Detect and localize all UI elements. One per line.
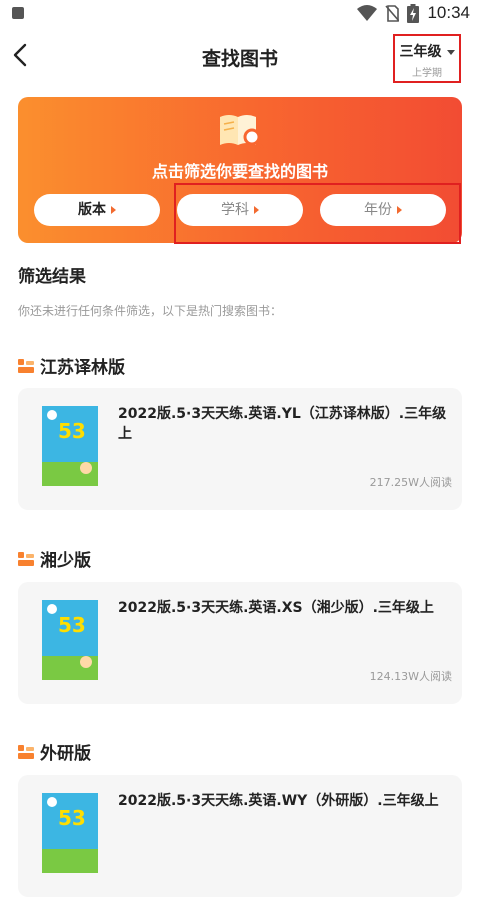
book-cover: 53 xyxy=(42,793,98,873)
edition-title: 外研版 xyxy=(40,744,91,764)
filter-year-button[interactable]: 年份 xyxy=(320,194,446,226)
battery-icon xyxy=(407,3,420,23)
results-title: 筛选结果 xyxy=(18,267,86,287)
book-search-icon xyxy=(220,115,264,149)
svg-text:53: 53 xyxy=(58,419,86,443)
status-time: 10:34 xyxy=(427,3,470,22)
edition-icon xyxy=(18,358,34,373)
grade-label-row: 三年级 xyxy=(395,41,459,61)
book-card[interactable]: 53 2022版.5·3天天练.英语.XS（湘少版）.三年级上 124.13W人… xyxy=(18,582,462,704)
read-count: 124.13W人阅读 xyxy=(369,670,452,683)
book-card[interactable]: 53 2022版.5·3天天练.英语.YL（江苏译林版）.三年级上 217.25… xyxy=(18,388,462,510)
filter-subject-button[interactable]: 学科 xyxy=(177,194,303,226)
book-title: 2022版.5·3天天练.英语.YL（江苏译林版）.三年级上 xyxy=(118,406,447,442)
filter-edition-label: 版本 xyxy=(78,202,106,218)
edition-icon xyxy=(18,744,34,759)
edition-heading: 江苏译林版 xyxy=(18,353,125,378)
svg-text:53: 53 xyxy=(58,806,86,830)
edition-icon xyxy=(18,551,34,566)
edition-title: 江苏译林版 xyxy=(40,358,125,378)
book-title: 2022版.5·3天天练.英语.WY（外研版）.三年级上 xyxy=(118,793,439,809)
book-cover: 53 xyxy=(42,406,98,486)
term-label: 上学期 xyxy=(412,68,442,79)
no-sim-icon xyxy=(385,4,400,22)
wifi-icon xyxy=(357,5,378,21)
caret-down-icon xyxy=(446,49,455,55)
triangle-right-icon xyxy=(254,206,259,214)
filter-prompt: 点击筛选你要查找的图书 xyxy=(151,162,328,181)
svg-text:53: 53 xyxy=(58,613,86,637)
filter-banner: 点击筛选你要查找的图书 版本 学科 年份 xyxy=(18,97,462,243)
filter-subject-label: 学科 xyxy=(221,202,249,218)
edition-title: 湘少版 xyxy=(40,551,91,571)
status-bar: 10:34 xyxy=(0,0,480,28)
filter-year-label: 年份 xyxy=(364,202,392,218)
edition-heading: 外研版 xyxy=(18,739,91,764)
results-hint: 你还未进行任何条件筛选，以下是热门搜索图书： xyxy=(18,304,283,318)
notification-icon xyxy=(12,7,24,19)
grade-selector[interactable]: 三年级 上学期 xyxy=(393,34,461,83)
triangle-right-icon xyxy=(111,206,116,214)
edition-heading: 湘少版 xyxy=(18,546,91,571)
status-icons: 10:34 xyxy=(357,3,470,23)
book-title: 2022版.5·3天天练.英语.XS（湘少版）.三年级上 xyxy=(118,600,434,616)
filter-edition-button[interactable]: 版本 xyxy=(34,194,160,226)
book-card[interactable]: 53 2022版.5·3天天练.英语.WY（外研版）.三年级上 xyxy=(18,775,462,897)
title-bar: 查找图书 三年级 上学期 xyxy=(0,28,480,84)
grade-label: 三年级 xyxy=(399,44,442,60)
read-count: 217.25W人阅读 xyxy=(369,476,452,489)
triangle-right-icon xyxy=(397,206,402,214)
book-cover: 53 xyxy=(42,600,98,680)
